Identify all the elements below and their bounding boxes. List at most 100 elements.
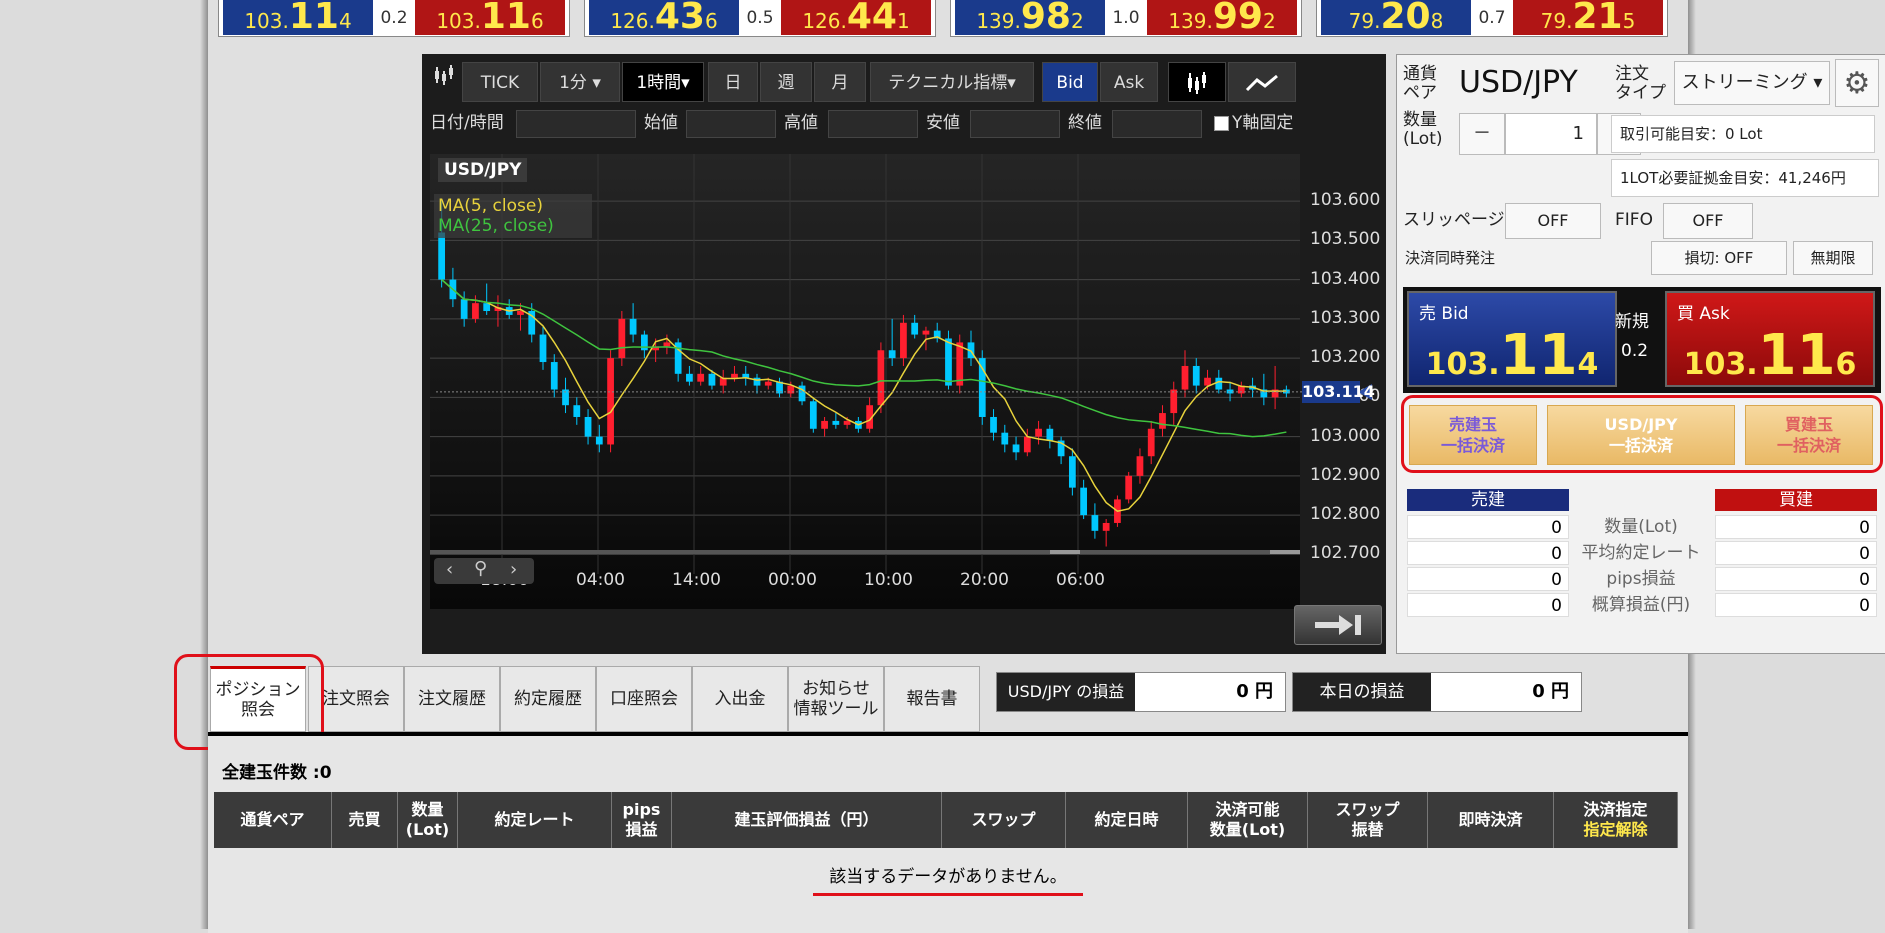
order-type-dropdown[interactable]: ストリーミング ▾ [1674, 61, 1830, 105]
chart-scrollbar[interactable] [430, 550, 1300, 554]
position-count: 全建玉件数 :0 [222, 763, 332, 783]
col-header[interactable]: 決済可能 数量(Lot) [1188, 792, 1308, 848]
candle-body [472, 303, 479, 319]
candle-body [618, 318, 626, 359]
tab-label: 口座照会 [610, 689, 678, 709]
stop-loss-toggle[interactable]: 損切: OFF [1651, 241, 1787, 275]
y-tick-label: 103.400 [1310, 268, 1381, 289]
col-header[interactable]: 約定日時 [1066, 792, 1188, 848]
scroll-left-icon[interactable]: ‹ [446, 559, 453, 580]
slippage-toggle[interactable]: OFF [1505, 203, 1601, 239]
sell-bid-button[interactable]: 売 Bid 103.114 [1407, 291, 1617, 388]
col-header[interactable]: 約定レート [458, 792, 612, 848]
candle-body [832, 420, 840, 425]
candle-body [809, 401, 817, 429]
tab-7[interactable]: 報告書 [884, 666, 980, 732]
candle-body [956, 342, 964, 386]
col-header-label: 約定レート [494, 810, 575, 829]
simultaneous-order-label: 決済同時発注 [1405, 249, 1496, 267]
settings-gear-icon[interactable]: ⚙ [1835, 59, 1879, 107]
col-header-label: スワップ [971, 810, 1036, 829]
ticker-bid-1[interactable]: 126.436 [589, 0, 739, 35]
col-header[interactable]: 決済指定 指定解除 [1554, 792, 1678, 848]
ticker-1[interactable]: 126.436 0.5 126.441 [584, 0, 936, 37]
ticker-bid-0[interactable]: 103.114 [223, 0, 373, 35]
y-tick-label: 102.700 [1310, 543, 1381, 564]
settle-all-sell-button[interactable]: 売建玉 一括決済 [1409, 405, 1537, 465]
candle-body [1147, 428, 1155, 457]
fifo-toggle[interactable]: OFF [1663, 203, 1753, 239]
ticker-3[interactable]: 79.208 0.7 79.215 [1316, 0, 1668, 37]
qty-input[interactable]: 1 [1505, 113, 1597, 155]
scroll-right-icon[interactable]: › [510, 559, 517, 580]
ticker-ask-2[interactable]: 139.992 [1147, 0, 1297, 35]
buy-value: 0 [1715, 567, 1877, 591]
summary-row: 0 概算損益(円) 0 [1407, 593, 1877, 617]
sell-bid-price: 103.114 [1425, 323, 1599, 388]
ticker-spread: 1.0 [1112, 8, 1140, 28]
ticker-ask-3[interactable]: 79.215 [1513, 0, 1663, 35]
ticker-ask-1[interactable]: 126.441 [781, 0, 931, 35]
order-panel: 通貨 ペア USD/JPY 注文 タイプ ストリーミング ▾ ⚙ 数量 (Lot… [1396, 54, 1885, 654]
qty-minus-button[interactable]: － [1459, 113, 1505, 155]
col-header[interactable]: 数量 (Lot) [398, 792, 458, 848]
candle-body [573, 405, 581, 417]
settle-all-buy-button[interactable]: 買建玉 一括決済 [1745, 405, 1873, 465]
ticker-bid-prefix: 126. [610, 9, 655, 33]
ticker-ask-small: 6 [530, 9, 544, 33]
ticker-bid-2[interactable]: 139.982 [955, 0, 1105, 35]
tab-6[interactable]: お知らせ 情報ツール [788, 666, 884, 732]
col-header[interactable]: スワップ 振替 [1308, 792, 1428, 848]
tab-4[interactable]: 口座照会 [596, 666, 692, 732]
ticker-ask-big: 44 [846, 0, 897, 37]
summary-row: 0 平均約定レート 0 [1407, 541, 1877, 565]
col-header-label: 即時決済 [1458, 810, 1523, 829]
jump-to-latest-icon[interactable] [1294, 605, 1382, 645]
candlestick-chart[interactable] [422, 54, 1386, 654]
tab-3[interactable]: 約定履歴 [500, 666, 596, 732]
col-header-label: スワップ 振替 [1335, 800, 1400, 839]
candle-body [911, 322, 919, 335]
x-tick-label: 06:00 [1056, 570, 1105, 590]
candle-body [686, 373, 693, 382]
tab-2[interactable]: 注文履歴 [404, 666, 500, 732]
ticker-bid-big: 11 [288, 0, 339, 37]
col-header[interactable]: スワップ [942, 792, 1066, 848]
candle-body [922, 330, 930, 335]
ticker-ask-0[interactable]: 103.116 [415, 0, 565, 35]
ticker-2[interactable]: 139.982 1.0 139.992 [950, 0, 1302, 37]
sell-value: 0 [1407, 515, 1569, 539]
sell-value: 0 [1407, 593, 1569, 617]
tab-5[interactable]: 入出金 [692, 666, 788, 732]
expiry-button[interactable]: 無期限 [1793, 241, 1873, 275]
col-header[interactable]: 通貨ペア [214, 792, 332, 848]
today-pl-value: 0 円 [1431, 673, 1581, 711]
col-header-label: 約定日時 [1094, 810, 1159, 829]
candle-body [1012, 444, 1020, 453]
summary-label: pips損益 [1606, 569, 1676, 589]
y-tick-label: 103.300 [1310, 307, 1381, 328]
ticker-ask-prefix: 126. [802, 9, 847, 33]
settle-all-pair-button[interactable]: USD/JPY 一括決済 [1547, 405, 1735, 465]
ticker-bid-small: 6 [704, 9, 718, 33]
candle-body [1170, 389, 1178, 414]
col-header[interactable]: 即時決済 [1428, 792, 1554, 848]
col-header[interactable]: 建玉評価損益（円） [672, 792, 942, 848]
zoom-icon[interactable]: ⚲ [474, 558, 487, 579]
ticker-0[interactable]: 103.114 0.2 103.116 [218, 0, 570, 37]
ticker-bid-small: 4 [338, 9, 352, 33]
ticker-bid-3[interactable]: 79.208 [1321, 0, 1471, 35]
buy-ask-button[interactable]: 買 Ask 103.116 [1665, 291, 1875, 388]
pair-label: 通貨 ペア [1403, 64, 1437, 103]
y-tick-label: 103.600 [1310, 190, 1381, 211]
legend-ma25: MA(25, close) [438, 216, 554, 236]
candle-body [1136, 456, 1144, 476]
new-order-label: 新規 [1615, 312, 1649, 332]
candle-body [888, 350, 896, 359]
col-header[interactable]: pips 損益 [612, 792, 672, 848]
col-header[interactable]: 売買 [332, 792, 398, 848]
chart-symbol: USD/JPY [438, 158, 528, 182]
clear-designation-link[interactable]: 指定解除 [1583, 820, 1647, 839]
candle-body [1035, 428, 1042, 437]
ticker-bid-small: 8 [1430, 9, 1444, 33]
